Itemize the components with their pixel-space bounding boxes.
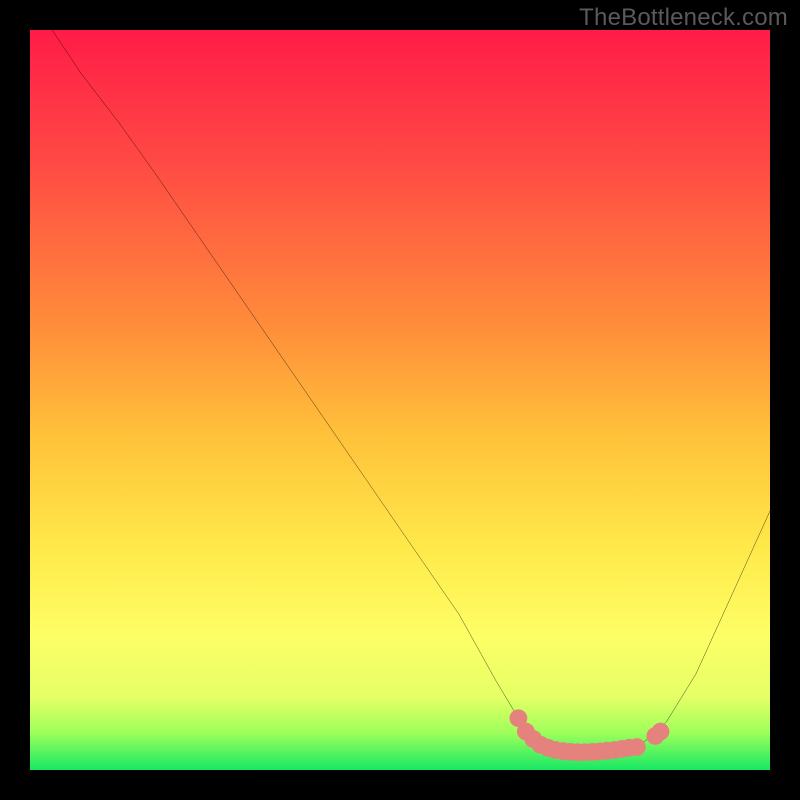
chart-svg — [30, 30, 770, 770]
chart-plot-area — [30, 30, 770, 770]
chart-frame: TheBottleneck.com — [0, 0, 800, 800]
watermark-text: TheBottleneck.com — [579, 4, 788, 32]
highlight-dot — [628, 738, 646, 756]
chart-background — [30, 30, 770, 770]
highlight-dot — [652, 723, 670, 741]
